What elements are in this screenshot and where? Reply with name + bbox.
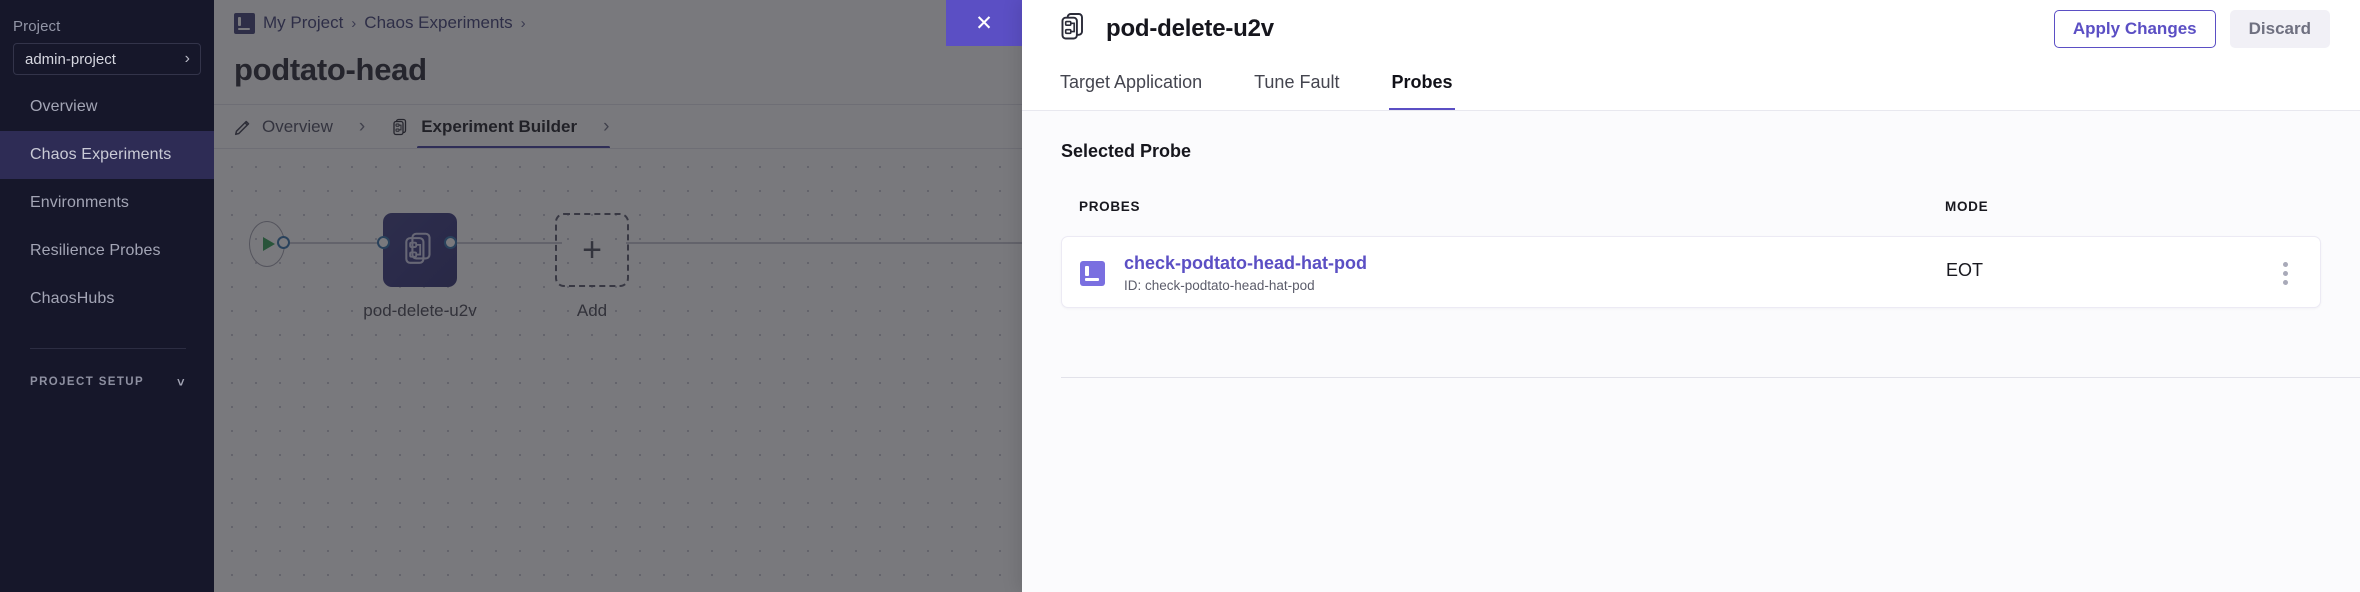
panel-tab-bar: Target Application Tune Fault Probes bbox=[1022, 57, 2360, 111]
sidebar-item-environments[interactable]: Environments bbox=[0, 179, 214, 227]
selected-probe-heading: Selected Probe bbox=[1061, 141, 1191, 162]
sidebar-item-label: Environments bbox=[30, 194, 129, 212]
panel-title: pod-delete-u2v bbox=[1106, 15, 1274, 43]
probe-mode-value: EOT bbox=[1946, 260, 1983, 281]
tab-target-application-label: Target Application bbox=[1060, 72, 1202, 93]
sidebar-item-overview[interactable]: Overview bbox=[0, 83, 214, 131]
probe-id-text: ID: check-podtato-head-hat-pod bbox=[1124, 278, 1315, 293]
chevron-down-icon: ˅ bbox=[177, 375, 186, 390]
close-icon: ✕ bbox=[975, 13, 993, 34]
tab-tune-fault-label: Tune Fault bbox=[1254, 72, 1339, 93]
fault-config-panel: pod-delete-u2v Apply Changes Discard Tar… bbox=[1022, 0, 2360, 592]
sidebar-item-label: ChaosHubs bbox=[30, 290, 115, 308]
app-root: Project admin-project › Overview Chaos E… bbox=[0, 0, 2360, 592]
tab-target-application[interactable]: Target Application bbox=[1058, 57, 1204, 111]
tab-probes[interactable]: Probes bbox=[1389, 57, 1454, 111]
sidebar-item-chaos-experiments[interactable]: Chaos Experiments bbox=[0, 131, 214, 179]
column-header-mode: MODE bbox=[1945, 199, 1988, 214]
project-selector[interactable]: admin-project › bbox=[13, 43, 201, 75]
sidebar-item-label: Resilience Probes bbox=[30, 242, 161, 260]
sidebar-project-setup-label: PROJECT SETUP bbox=[30, 376, 144, 388]
sidebar-item-label: Overview bbox=[30, 98, 97, 116]
sidebar: Project admin-project › Overview Chaos E… bbox=[0, 0, 214, 592]
sidebar-divider bbox=[30, 348, 186, 349]
sidebar-item-label: Chaos Experiments bbox=[30, 146, 171, 164]
chevron-right-icon: › bbox=[185, 51, 190, 67]
discard-button[interactable]: Discard bbox=[2230, 10, 2330, 48]
table-row[interactable]: check-podtato-head-hat-pod ID: check-pod… bbox=[1061, 236, 2321, 308]
probes-table-header: PROBES MODE bbox=[1061, 199, 2321, 221]
kebab-menu-icon[interactable] bbox=[2272, 259, 2298, 287]
column-header-probes: PROBES bbox=[1079, 199, 1140, 214]
sidebar-nav: Overview Chaos Experiments Environments … bbox=[0, 83, 214, 323]
flow-icon bbox=[1058, 10, 1090, 47]
close-panel-button[interactable]: ✕ bbox=[946, 0, 1022, 46]
panel-body: Selected Probe PROBES MODE check-podtato… bbox=[1022, 111, 2360, 592]
sidebar-item-resilience-probes[interactable]: Resilience Probes bbox=[0, 227, 214, 275]
probe-name-link[interactable]: check-podtato-head-hat-pod bbox=[1124, 253, 1367, 274]
sidebar-project-setup[interactable]: PROJECT SETUP ˅ bbox=[30, 370, 186, 394]
probe-book-icon bbox=[1080, 261, 1105, 286]
apply-changes-label: Apply Changes bbox=[2073, 19, 2197, 39]
panel-bottom-divider bbox=[1061, 377, 2360, 378]
project-selector-value: admin-project bbox=[25, 51, 116, 68]
panel-header: pod-delete-u2v Apply Changes Discard bbox=[1022, 0, 2360, 57]
project-label: Project bbox=[13, 18, 60, 35]
tab-tune-fault[interactable]: Tune Fault bbox=[1252, 57, 1341, 111]
sidebar-item-chaoshubs[interactable]: ChaosHubs bbox=[0, 275, 214, 323]
tab-probes-label: Probes bbox=[1391, 72, 1452, 93]
discard-label: Discard bbox=[2249, 19, 2311, 39]
apply-changes-button[interactable]: Apply Changes bbox=[2054, 10, 2216, 48]
